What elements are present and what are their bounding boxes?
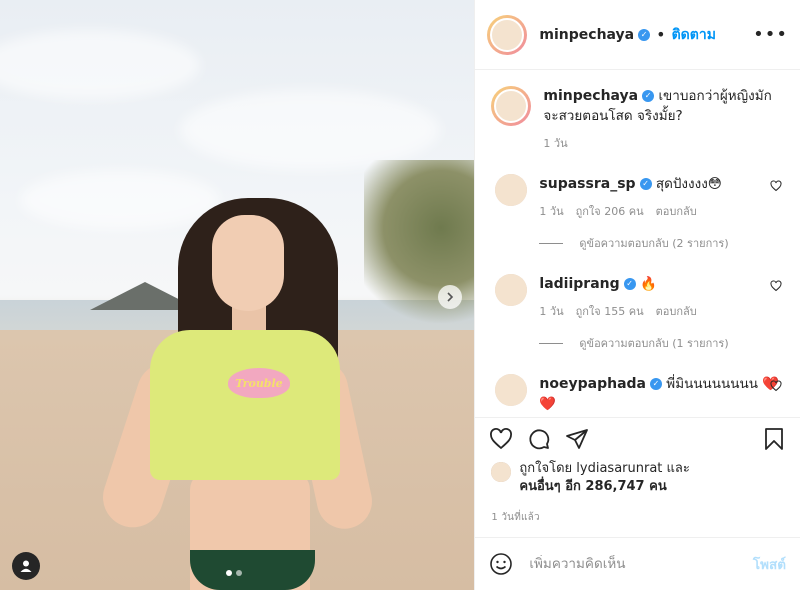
view-replies-button[interactable]: ดูข้อความตอบกลับ (2 รายการ) bbox=[539, 234, 784, 252]
comment-input[interactable] bbox=[527, 555, 739, 573]
avatar[interactable] bbox=[491, 86, 532, 126]
comments-list[interactable]: minpechaya ✓ เขาบอกว่าผู้หญิงมักจะสวยตอนโ… bbox=[475, 70, 800, 417]
heart-icon[interactable] bbox=[489, 427, 513, 451]
comment-text: 🔥 bbox=[639, 276, 657, 292]
add-comment-bar: โพสต์ bbox=[475, 537, 800, 590]
post-panel: minpechaya ✓ • ติดตาม ••• minpechaya ✓ เข… bbox=[474, 0, 800, 590]
comment-time[interactable]: 1 วัน bbox=[539, 302, 563, 320]
post-comment-button[interactable]: โพสต์ bbox=[753, 553, 786, 575]
comment-time[interactable]: 1 วัน bbox=[539, 202, 563, 220]
avatar[interactable] bbox=[487, 14, 528, 55]
cloud bbox=[0, 30, 200, 100]
post-photo[interactable]: Trouble bbox=[0, 0, 475, 590]
user-icon[interactable] bbox=[12, 552, 40, 580]
username-link[interactable]: noeypaphada bbox=[539, 376, 646, 392]
comment-item: ladiiprang ✓ 🔥 1 วัน ถูกใจ 155 คน ตอบกลับ bbox=[491, 274, 784, 320]
like-comment-icon[interactable] bbox=[770, 180, 782, 192]
post-timestamp: 1 วันที่แล้ว bbox=[491, 512, 540, 523]
replies-line bbox=[539, 342, 564, 344]
comment-time[interactable]: 1 วัน bbox=[543, 134, 567, 152]
follow-button[interactable]: ติดตาม bbox=[672, 24, 716, 46]
reply-button[interactable]: ตอบกลับ bbox=[656, 302, 697, 320]
post-header: minpechaya ✓ • ติดตาม ••• bbox=[475, 0, 800, 70]
likes-summary: ถูกใจโดย lydiasarunrat และ คนอื่นๆ อีก 2… bbox=[475, 460, 800, 496]
comment-likes[interactable]: ถูกใจ 206 คน bbox=[576, 202, 644, 220]
view-replies-button[interactable]: ดูข้อความตอบกลับ (1 รายการ) bbox=[539, 334, 784, 352]
verified-icon: ✓ bbox=[638, 28, 651, 41]
avatar[interactable] bbox=[495, 374, 528, 406]
person-swimwear bbox=[190, 550, 315, 590]
avatar[interactable] bbox=[491, 462, 512, 482]
avatar[interactable] bbox=[495, 174, 528, 206]
like-comment-icon[interactable] bbox=[770, 280, 782, 292]
view-replies-label: ดูข้อความตอบกลับ (1 รายการ) bbox=[579, 337, 729, 350]
comment-item: supassra_sp ✓ สุดปังงงง😳 1 วัน ถูกใจ 206 … bbox=[491, 174, 784, 220]
emoji-icon[interactable] bbox=[489, 552, 513, 576]
person-shirt bbox=[150, 330, 340, 480]
verified-icon: ✓ bbox=[642, 90, 655, 102]
cloud bbox=[180, 90, 440, 170]
username-link[interactable]: minpechaya bbox=[539, 27, 634, 43]
replies-line bbox=[539, 242, 564, 244]
verified-icon: ✓ bbox=[639, 178, 652, 190]
share-icon[interactable] bbox=[565, 427, 589, 451]
username-link[interactable]: ladiiprang bbox=[539, 276, 619, 292]
view-replies-label: ดูข้อความตอบกลับ (2 รายการ) bbox=[579, 237, 729, 250]
shirt-logo: Trouble bbox=[228, 368, 290, 398]
person-face bbox=[212, 215, 284, 311]
carousel-dot bbox=[236, 570, 242, 576]
likes-count[interactable]: คนอื่นๆ อีก 286,747 คน bbox=[519, 479, 666, 494]
caption: minpechaya ✓ เขาบอกว่าผู้หญิงมักจะสวยตอนโ… bbox=[491, 86, 784, 152]
username-link[interactable]: supassra_sp bbox=[539, 176, 635, 192]
verified-icon: ✓ bbox=[623, 278, 636, 290]
verified-icon: ✓ bbox=[650, 378, 662, 390]
like-comment-icon[interactable] bbox=[770, 380, 782, 392]
liked-by-text[interactable]: ถูกใจโดย lydiasarunrat และ bbox=[519, 460, 689, 478]
comment-icon[interactable] bbox=[527, 427, 551, 451]
reply-button[interactable]: ตอบกลับ bbox=[656, 202, 697, 220]
carousel-dot bbox=[226, 570, 232, 576]
comment-text: สุดปังงงง😳 bbox=[655, 176, 722, 192]
bookmark-icon[interactable] bbox=[762, 427, 786, 451]
separator: • bbox=[656, 25, 666, 44]
username-link[interactable]: minpechaya bbox=[543, 88, 638, 104]
comment-item: noeypaphada ✓ พี่มินนนนนนนน ❤️❤️ bbox=[491, 374, 784, 414]
more-options-icon[interactable]: ••• bbox=[753, 24, 788, 45]
carousel-indicator bbox=[226, 570, 242, 576]
cloud bbox=[20, 170, 220, 230]
comment-likes[interactable]: ถูกใจ 155 คน bbox=[576, 302, 644, 320]
post-actions bbox=[475, 417, 800, 460]
avatar[interactable] bbox=[495, 274, 528, 306]
